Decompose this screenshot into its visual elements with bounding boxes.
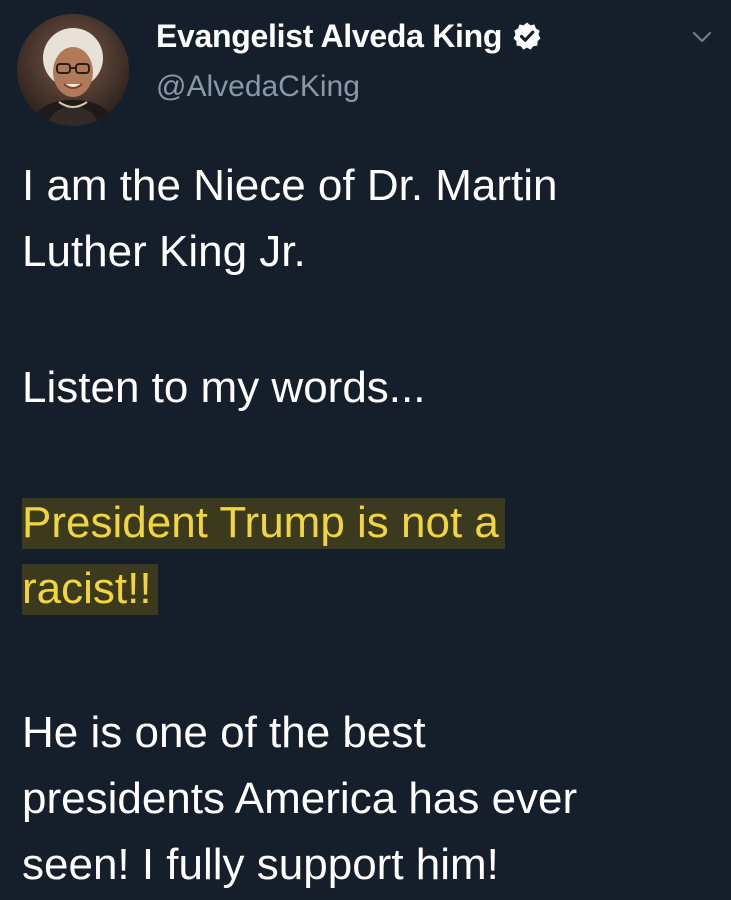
- tweet-card: Evangelist Alveda King @AlvedaCKing I am…: [0, 0, 731, 900]
- tweet-text-line: seen! I fully support him!: [22, 840, 499, 889]
- tweet-paragraph: Listen to my words...: [22, 355, 722, 421]
- tweet-text-line: presidents America has ever: [22, 774, 578, 823]
- tweet-paragraph-highlighted: President Trump is not a racist!!: [22, 490, 722, 622]
- display-name[interactable]: Evangelist Alveda King: [156, 18, 502, 55]
- tweet-paragraph: He is one of the best presidents America…: [22, 700, 722, 898]
- tweet-text-line: I am the Niece of Dr. Martin: [22, 161, 558, 210]
- user-handle[interactable]: @AlvedaCKing: [156, 70, 360, 104]
- tweet-paragraph: I am the Niece of Dr. Martin Luther King…: [22, 153, 722, 285]
- profile-avatar[interactable]: [17, 14, 129, 126]
- tweet-text-line: Listen to my words...: [22, 363, 426, 412]
- tweet-text-line: Luther King Jr.: [22, 227, 306, 276]
- display-name-row: Evangelist Alveda King: [156, 14, 542, 58]
- verified-badge-icon: [512, 21, 542, 51]
- avatar-portrait-icon: [17, 14, 129, 126]
- chevron-down-icon[interactable]: [690, 28, 714, 46]
- highlighted-text-line: racist!!: [22, 564, 158, 615]
- tweet-text-line: He is one of the best: [22, 708, 426, 757]
- highlighted-text-line: President Trump is not a: [22, 498, 505, 549]
